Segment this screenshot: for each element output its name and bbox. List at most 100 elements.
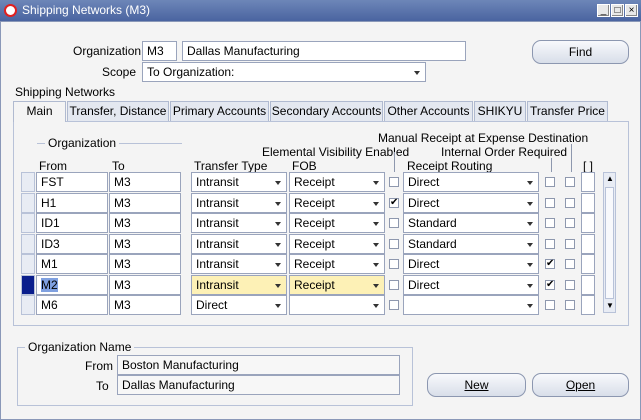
fob-select[interactable]: Receipt [289,213,385,233]
from-org-cell[interactable]: M1 [36,254,108,274]
elemental-visibility-checkbox[interactable] [389,177,399,187]
new-button[interactable]: New [427,373,526,397]
manual-receipt-checkbox[interactable] [565,218,575,228]
scope-select[interactable]: To Organization: [142,62,426,82]
manual-receipt-checkbox[interactable] [565,198,575,208]
receipt-routing-select[interactable]: Direct [403,254,539,274]
row-selector[interactable] [21,275,35,295]
scroll-thumb[interactable] [605,187,614,299]
fob-select[interactable]: Receipt [289,234,385,254]
row-selector[interactable] [21,234,35,254]
transfer-type-select[interactable]: Intransit [191,275,287,295]
to-org-cell[interactable]: M3 [109,172,181,192]
manual-receipt-checkbox[interactable] [565,259,575,269]
from-org-value: H1 [41,196,57,210]
row-selector[interactable] [21,193,35,213]
internal-order-checkbox[interactable] [545,300,555,310]
maximize-icon[interactable]: □ [611,4,624,17]
dff-cell[interactable] [581,193,595,213]
fob-select[interactable] [289,295,385,315]
elemental-visibility-checkbox[interactable] [389,239,399,249]
transfer-type-select[interactable]: Intransit [191,254,287,274]
open-button[interactable]: Open [532,373,629,397]
row-selector[interactable] [21,213,35,233]
tab-main[interactable]: Main [13,101,66,122]
close-icon[interactable]: × [625,4,638,17]
transfer-type-select[interactable]: Intransit [191,234,287,254]
row-selector[interactable] [21,254,35,274]
fob-select[interactable]: Receipt [289,193,385,213]
elemental-visibility-checkbox[interactable] [389,280,399,290]
to-org-cell[interactable]: M3 [109,213,181,233]
dff-cell[interactable] [581,254,595,274]
title-bar: Shipping Networks (M3) _ □ × [0,0,641,21]
dff-cell[interactable] [581,213,595,233]
transfer-type-select[interactable]: Intransit [191,193,287,213]
from-org-cell[interactable]: M6 [36,295,108,315]
internal-order-checkbox[interactable] [545,218,555,228]
manual-receipt-checkbox[interactable] [565,239,575,249]
receipt-routing-select[interactable]: Direct [403,275,539,295]
internal-order-checkbox[interactable] [545,239,555,249]
fob-select[interactable]: Receipt [289,172,385,192]
dff-cell[interactable] [581,172,595,192]
to-org-cell[interactable]: M3 [109,275,181,295]
organization-code-field[interactable]: M3 [142,41,177,61]
elemental-visibility-checkbox[interactable] [389,259,399,269]
from-org-cell[interactable]: ID1 [36,213,108,233]
scope-label: Scope [102,65,137,79]
from-org-cell[interactable]: M2 [36,275,108,295]
receipt-routing-select[interactable]: Standard [403,234,539,254]
tab-primary-accounts[interactable]: Primary Accounts [170,101,269,121]
row-selector[interactable] [21,295,35,315]
tab-other-accounts[interactable]: Other Accounts [384,101,473,121]
row-selector[interactable] [21,172,35,192]
transfer-type-select[interactable]: Intransit [191,172,287,192]
tab-secondary-accounts[interactable]: Secondary Accounts [270,101,383,121]
tab-transfer-price[interactable]: Transfer Price [527,101,608,121]
organization-name-field[interactable]: Dallas Manufacturing [182,41,466,61]
transfer-type-select[interactable]: Intransit [191,213,287,233]
to-org-cell[interactable]: M3 [109,234,181,254]
dff-cell[interactable] [581,234,595,254]
to-org-label: To [96,379,109,393]
tab-shikyu[interactable]: SHIKYU [474,101,526,121]
manual-receipt-checkbox[interactable] [565,177,575,187]
receipt-routing-select[interactable]: Direct [403,193,539,213]
dff-cell[interactable] [581,295,595,315]
receipt-routing-column-header: Receipt Routing [407,159,493,173]
elemental-visibility-checkbox[interactable]: ✔ [389,198,399,208]
tab-transfer-distance[interactable]: Transfer, Distance [67,101,169,121]
internal-header-tick [551,158,552,172]
receipt-routing-select[interactable]: Direct [403,172,539,192]
elemental-visibility-checkbox[interactable] [389,300,399,310]
find-button[interactable]: Find [532,40,629,64]
minimize-icon[interactable]: _ [597,4,610,17]
new-button-label: New [464,378,489,392]
internal-order-checkbox[interactable]: ✔ [545,280,555,290]
from-org-cell[interactable]: FST [36,172,108,192]
scroll-down-icon[interactable]: ▼ [606,301,614,310]
fob-select[interactable]: Receipt [289,254,385,274]
vertical-scrollbar[interactable]: ▲ ▼ [603,172,616,313]
manual-receipt-checkbox[interactable] [565,300,575,310]
receipt-routing-select[interactable] [403,295,539,315]
elemental-visibility-checkbox[interactable] [389,218,399,228]
from-org-cell[interactable]: ID3 [36,234,108,254]
manual-receipt-header: Manual Receipt at Expense Destination [378,131,589,145]
fob-column-header: FOB [292,159,317,173]
to-org-cell[interactable]: M3 [109,295,181,315]
dff-cell[interactable] [581,275,595,295]
scroll-up-icon[interactable]: ▲ [606,174,614,183]
internal-order-checkbox[interactable]: ✔ [545,259,555,269]
transfer-type-select[interactable]: Direct [191,295,287,315]
internal-order-checkbox[interactable] [545,177,555,187]
manual-receipt-checkbox[interactable] [565,280,575,290]
fob-select[interactable]: Receipt [289,275,385,295]
to-org-cell[interactable]: M3 [109,254,181,274]
to-org-cell[interactable]: M3 [109,193,181,213]
from-org-name-field: Boston Manufacturing [117,355,400,375]
internal-order-checkbox[interactable] [545,198,555,208]
receipt-routing-select[interactable]: Standard [403,213,539,233]
from-org-cell[interactable]: H1 [36,193,108,213]
